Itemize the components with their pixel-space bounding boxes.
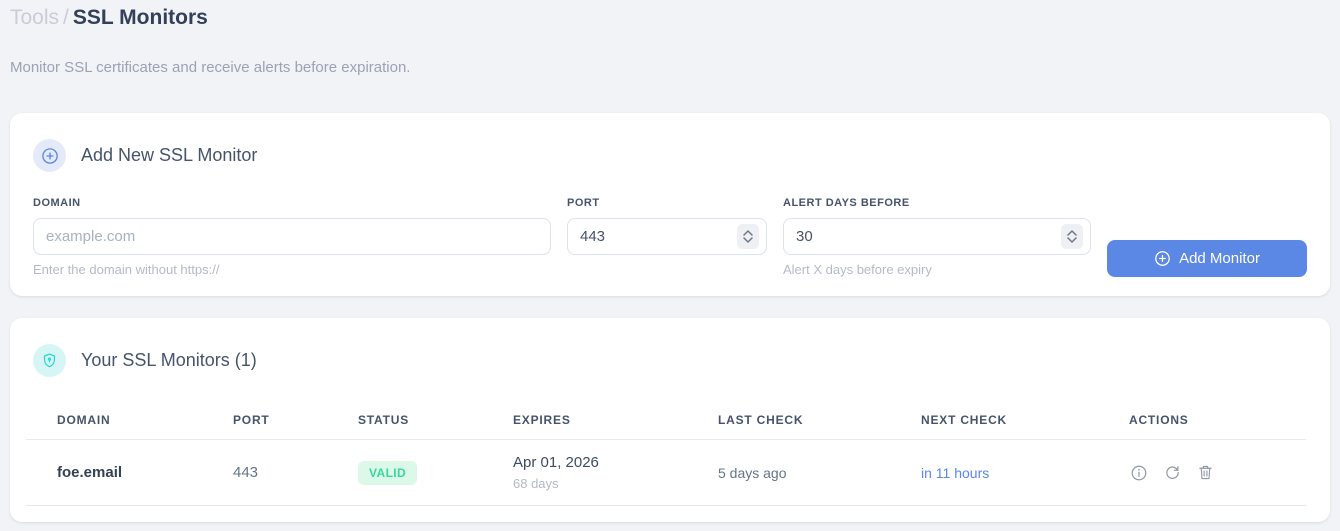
refresh-icon — [1165, 466, 1179, 479]
breadcrumb-separator: / — [63, 6, 69, 29]
refresh-button[interactable] — [1162, 463, 1182, 483]
cell-port: 443 — [233, 439, 358, 506]
monitors-list-header: Your SSL Monitors (1) — [10, 318, 1330, 377]
cell-next-check[interactable]: in 11 hours — [921, 439, 1129, 506]
table-header-row: DOMAIN PORT STATUS EXPIRES LAST CHECK NE… — [26, 405, 1306, 440]
domain-field-group: DOMAIN Enter the domain without https:// — [33, 197, 551, 277]
header-expires: EXPIRES — [513, 405, 718, 440]
ssl-monitors-page: Tools / SSL Monitors Monitor SSL certifica… — [0, 0, 1340, 531]
page-title: SSL Monitors — [72, 6, 208, 29]
plus-circle-icon — [1154, 250, 1171, 267]
cell-status: VALID — [358, 439, 513, 506]
alert-days-helper: Alert X days before expiry — [783, 262, 932, 277]
shield-lock-icon — [33, 344, 66, 377]
domain-input[interactable] — [33, 218, 551, 255]
plus-circle-icon — [33, 139, 66, 172]
alert-days-label: ALERT DAYS BEFORE — [783, 197, 910, 209]
alert-days-stepper[interactable] — [1061, 224, 1083, 249]
add-monitor-card: Add New SSL Monitor DOMAIN Enter the dom… — [10, 113, 1330, 296]
table-row: foe.email 443 VALID Apr 01, 2026 68 days… — [26, 439, 1306, 506]
add-monitor-button-label: Add Monitor — [1179, 250, 1260, 267]
trash-icon — [1198, 465, 1212, 480]
cell-expires: Apr 01, 2026 68 days — [513, 439, 718, 506]
port-stepper[interactable] — [737, 224, 759, 249]
alert-days-input[interactable] — [783, 218, 1091, 255]
page-subtitle: Monitor SSL certificates and receive ale… — [10, 59, 411, 76]
add-monitor-button[interactable]: Add Monitor — [1107, 240, 1307, 277]
add-monitor-title: Add New SSL Monitor — [81, 145, 258, 165]
header-next-check: NEXT CHECK — [921, 405, 1129, 440]
header-domain: DOMAIN — [26, 405, 233, 440]
add-monitor-form: DOMAIN Enter the domain without https://… — [33, 197, 1307, 277]
expires-days-remaining: 68 days — [513, 476, 559, 491]
alert-days-field-group: ALERT DAYS BEFORE Alert X days before ex… — [783, 197, 1091, 277]
expires-date: Apr 01, 2026 — [513, 454, 599, 471]
info-icon — [1131, 465, 1147, 480]
header-actions: ACTIONS — [1129, 405, 1306, 440]
header-last-check: LAST CHECK — [718, 405, 921, 440]
breadcrumb-tools[interactable]: Tools — [10, 6, 59, 29]
add-monitor-header: Add New SSL Monitor — [10, 113, 1330, 172]
cell-last-check: 5 days ago — [718, 439, 921, 506]
monitors-list-title: Your SSL Monitors (1) — [81, 350, 257, 370]
monitors-table: DOMAIN PORT STATUS EXPIRES LAST CHECK NE… — [26, 405, 1306, 506]
delete-button[interactable] — [1195, 463, 1215, 483]
header-port: PORT — [233, 405, 358, 440]
domain-helper: Enter the domain without https:// — [33, 262, 220, 277]
cell-actions — [1129, 439, 1306, 506]
status-badge: VALID — [358, 460, 418, 485]
cell-domain: foe.email — [26, 439, 233, 506]
monitors-list-card: Your SSL Monitors (1) DOMAIN PORT STATUS… — [10, 318, 1330, 522]
domain-label: DOMAIN — [33, 197, 81, 209]
breadcrumb: Tools / SSL Monitors — [10, 6, 208, 30]
port-label: PORT — [567, 197, 600, 209]
port-field-group: PORT — [567, 197, 767, 277]
info-button[interactable] — [1129, 463, 1149, 483]
header-status: STATUS — [358, 405, 513, 440]
